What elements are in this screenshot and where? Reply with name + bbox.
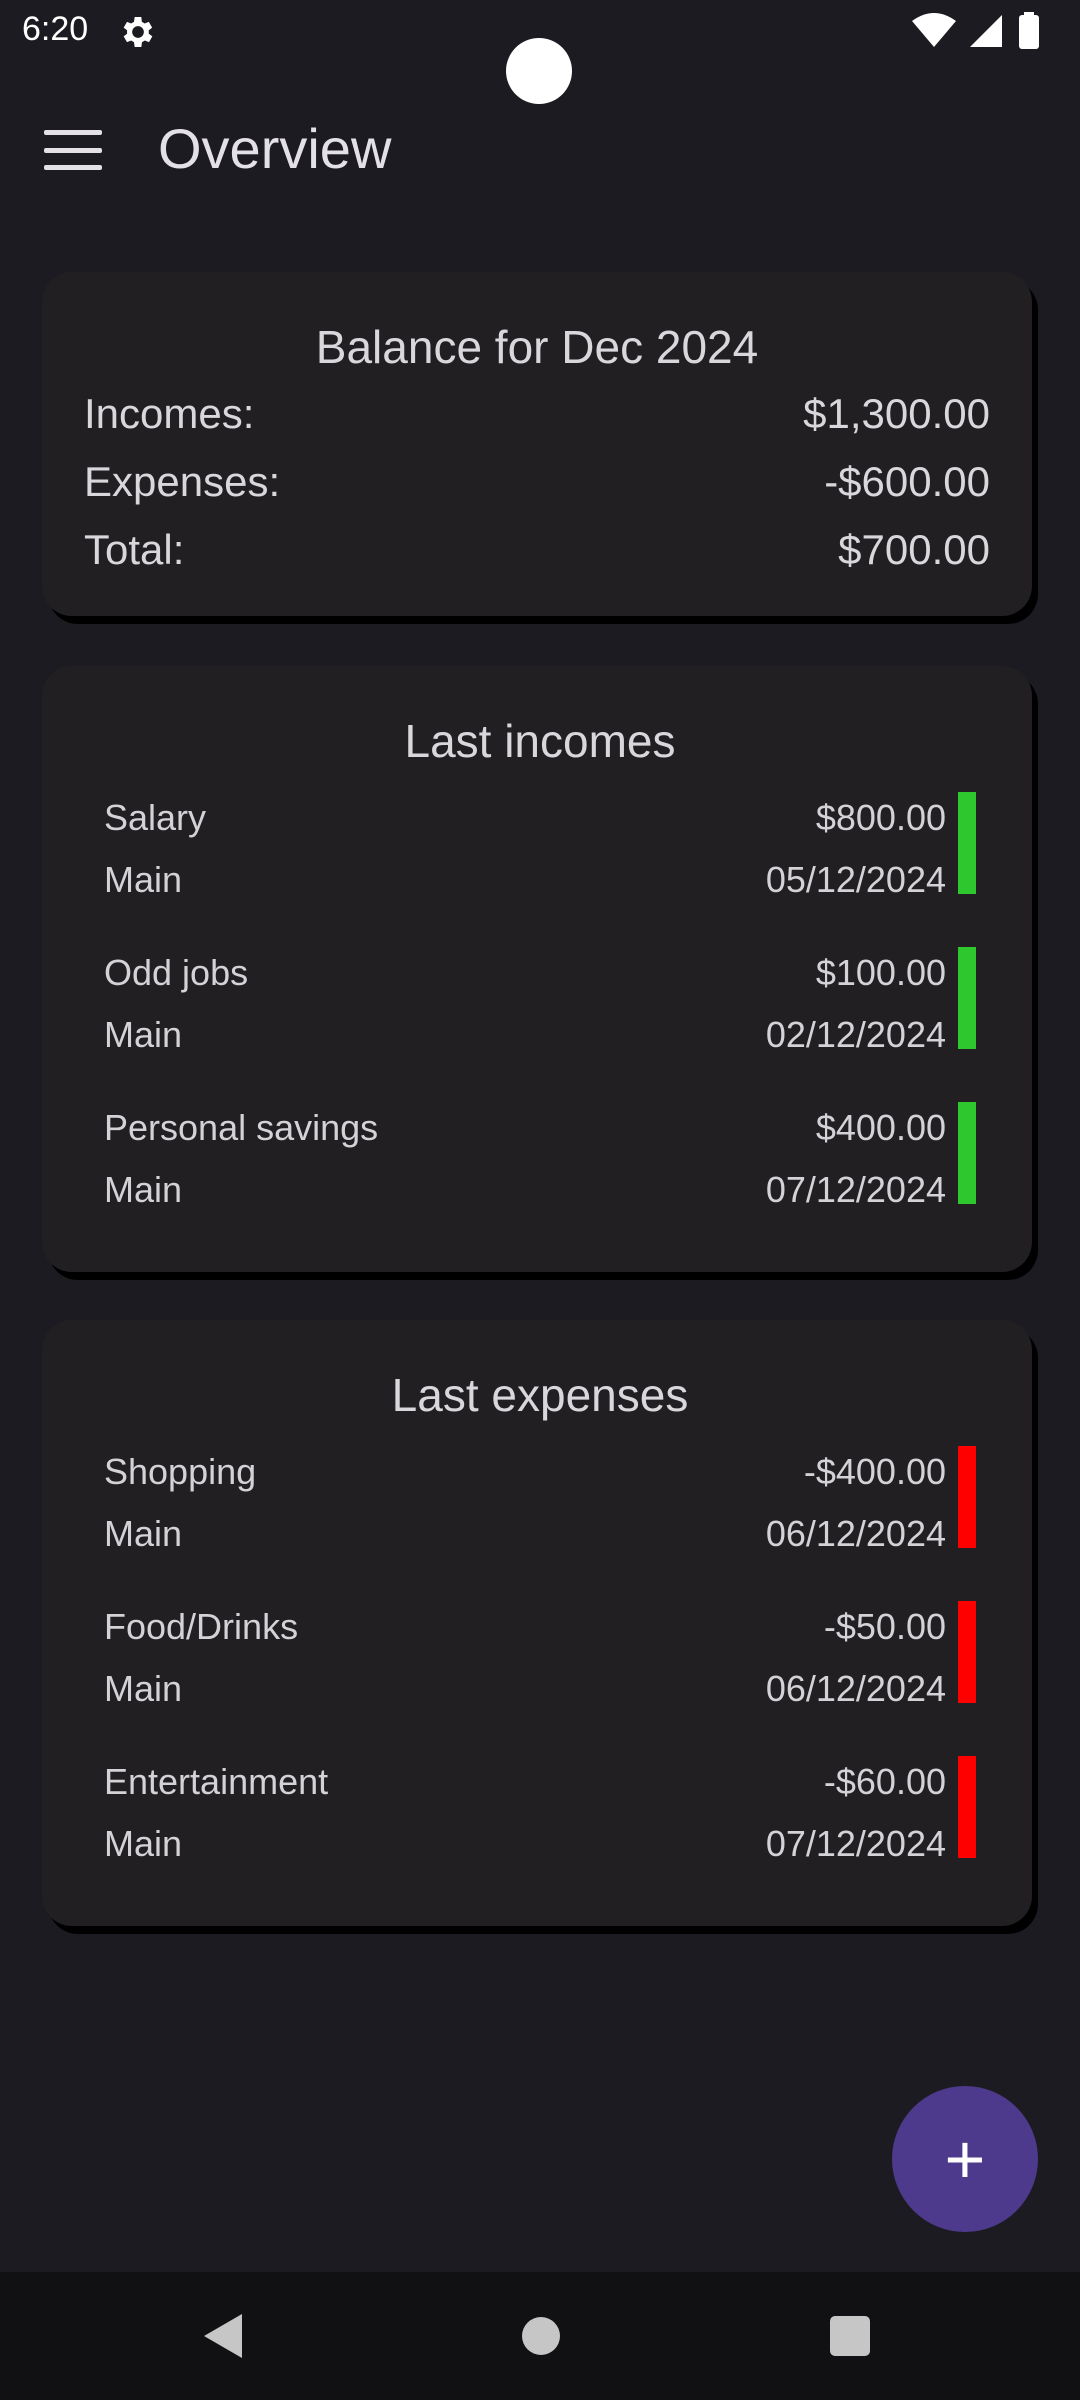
income-category: Odd jobs xyxy=(104,952,249,993)
income-indicator xyxy=(958,947,976,1049)
balance-title: Balance for Dec 2024 xyxy=(315,321,759,373)
expense-date: 06/12/2024 xyxy=(765,1668,946,1709)
income-indicator xyxy=(958,1102,976,1204)
income-item[interactable]: Personal savings $400.00 Main 07/12/2024 xyxy=(104,1102,976,1210)
income-amount: $100.00 xyxy=(815,952,946,993)
expense-amount: -$400.00 xyxy=(803,1451,946,1492)
add-transaction-button[interactable]: + xyxy=(892,2086,1038,2232)
settings-gear-icon xyxy=(123,17,153,47)
balance-value: $1,300.00 xyxy=(803,390,990,437)
last-incomes-card[interactable]: Last incomes Salary $800.00 Main 05/12/2… xyxy=(42,666,1032,1272)
home-icon[interactable] xyxy=(522,2317,560,2355)
balance-row-incomes: Incomes: $1,300.00 xyxy=(84,380,990,448)
expense-category: Entertainment xyxy=(104,1761,329,1802)
status-time: 6:20 xyxy=(22,10,89,48)
income-item[interactable]: Odd jobs $100.00 Main 02/12/2024 xyxy=(104,947,976,1055)
income-amount: $800.00 xyxy=(815,797,946,838)
expense-indicator xyxy=(958,1756,976,1858)
expense-item[interactable]: Entertainment -$60.00 Main 07/12/2024 xyxy=(104,1756,976,1864)
income-item[interactable]: Salary $800.00 Main 05/12/2024 xyxy=(104,792,976,900)
expense-account: Main xyxy=(104,1513,183,1554)
plus-icon: + xyxy=(944,2120,986,2198)
expense-date: 07/12/2024 xyxy=(765,1823,946,1864)
income-indicator xyxy=(958,792,976,894)
expense-item[interactable]: Food/Drinks -$50.00 Main 06/12/2024 xyxy=(104,1601,976,1709)
income-category: Salary xyxy=(104,797,207,838)
expense-item[interactable]: Shopping -$400.00 Main 06/12/2024 xyxy=(104,1446,976,1554)
income-date: 02/12/2024 xyxy=(765,1014,946,1055)
balance-label: Total: xyxy=(84,526,185,573)
balance-value: $700.00 xyxy=(838,526,990,573)
expense-amount: -$50.00 xyxy=(823,1606,946,1647)
expense-account: Main xyxy=(104,1823,183,1864)
expense-indicator xyxy=(958,1446,976,1548)
income-account: Main xyxy=(104,1014,183,1055)
income-amount: $400.00 xyxy=(815,1107,946,1148)
income-category: Personal savings xyxy=(104,1107,379,1148)
expense-category: Shopping xyxy=(104,1451,257,1492)
expense-account: Main xyxy=(104,1668,183,1709)
back-icon[interactable] xyxy=(204,2314,242,2358)
income-account: Main xyxy=(104,1169,183,1210)
balance-row-total: Total: $700.00 xyxy=(84,516,990,584)
app-bar: Overview xyxy=(0,90,1080,210)
expense-date: 06/12/2024 xyxy=(765,1513,946,1554)
last-incomes-title: Last incomes xyxy=(404,715,676,767)
income-date: 07/12/2024 xyxy=(765,1169,946,1210)
balance-label: Expenses: xyxy=(84,458,281,505)
last-expenses-title: Last expenses xyxy=(391,1369,689,1421)
balance-value: -$600.00 xyxy=(824,458,990,505)
wifi-icon xyxy=(912,13,956,47)
expense-category: Food/Drinks xyxy=(104,1606,299,1647)
expense-amount: -$60.00 xyxy=(823,1761,946,1802)
balance-label: Incomes: xyxy=(84,390,255,437)
income-date: 05/12/2024 xyxy=(765,859,946,900)
expense-indicator xyxy=(958,1601,976,1703)
page-title: Overview xyxy=(158,117,392,180)
cell-signal-icon xyxy=(970,15,1002,47)
last-expenses-card[interactable]: Last expenses Shopping -$400.00 Main 06/… xyxy=(42,1320,1032,1926)
system-nav-bar xyxy=(0,2272,1080,2400)
battery-icon xyxy=(1019,12,1039,49)
balance-row-expenses: Expenses: -$600.00 xyxy=(84,448,990,516)
income-account: Main xyxy=(104,859,183,900)
menu-icon[interactable] xyxy=(44,126,102,174)
recents-icon[interactable] xyxy=(830,2316,870,2356)
balance-card[interactable]: Balance for Dec 2024 Incomes: $1,300.00 … xyxy=(42,272,1032,616)
